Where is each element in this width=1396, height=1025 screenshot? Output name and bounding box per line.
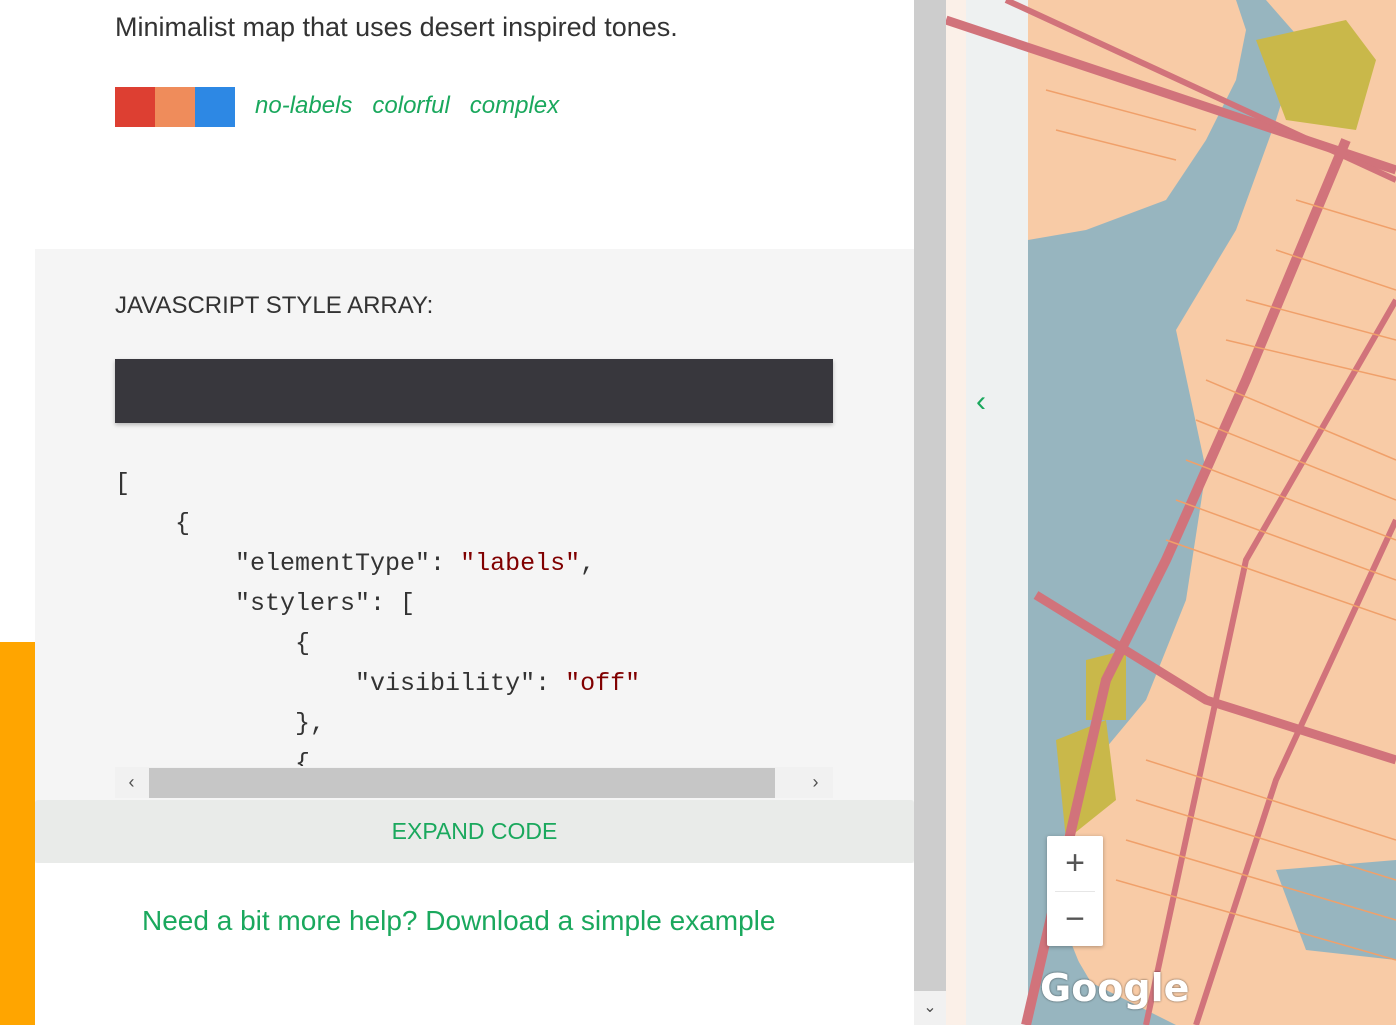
collapse-panel-icon[interactable]: ‹ <box>976 385 986 419</box>
code-line: "stylers": [ <box>115 589 416 618</box>
download-example-link[interactable]: Need a bit more help? Download a simple … <box>142 905 775 937</box>
code-line: { <box>115 629 311 658</box>
code-line: "visibility": "off" <box>115 664 833 704</box>
code-block[interactable]: [ { "elementType": "labels", "stylers": … <box>115 464 833 766</box>
tag-list: no-labels colorful complex <box>255 92 559 120</box>
code-string: "labels" <box>460 549 581 578</box>
code-toolbar <box>115 359 833 423</box>
zoom-in-button[interactable]: + <box>1047 836 1103 890</box>
code-string: "off" <box>565 669 641 698</box>
left-panel: Minimalist map that uses desert inspired… <box>0 0 914 1025</box>
scroll-right-icon[interactable]: › <box>798 767 833 798</box>
tag-link[interactable]: colorful <box>372 92 449 120</box>
section-heading: JAVASCRIPT STYLE ARRAY: <box>115 292 434 319</box>
scroll-left-icon[interactable]: ‹ <box>115 767 148 798</box>
style-description: Minimalist map that uses desert inspired… <box>115 12 678 42</box>
code-line: "elementType": "labels", <box>115 544 833 584</box>
zoom-control: + − <box>1047 836 1103 946</box>
scroll-thumb[interactable] <box>149 768 775 798</box>
code-key: "elementType": <box>115 549 461 578</box>
tag-link[interactable]: complex <box>470 92 559 120</box>
tag-link[interactable]: no-labels <box>255 92 352 120</box>
map-view[interactable]: ‹ + − Google <box>946 0 1396 1025</box>
google-logo: Google <box>1040 966 1190 1010</box>
page-vertical-scrollbar[interactable]: ⌄ <box>914 0 946 1025</box>
style-array-section: JAVASCRIPT STYLE ARRAY: [ { "elementType… <box>35 249 914 863</box>
code-line: [ <box>115 469 131 498</box>
color-swatch-blue <box>195 87 235 127</box>
accent-strip <box>0 642 35 1025</box>
color-swatch-red <box>115 87 155 127</box>
color-swatches <box>115 87 235 127</box>
scroll-down-icon[interactable]: ⌄ <box>914 991 946 1025</box>
code-key: "visibility": <box>115 669 566 698</box>
code-horizontal-scrollbar[interactable]: ‹ › <box>115 767 833 798</box>
code-line: }, <box>115 709 326 738</box>
code-line: { <box>115 509 191 538</box>
map-canvas <box>946 0 1396 1025</box>
code-line: { <box>115 749 311 766</box>
zoom-out-button[interactable]: − <box>1047 892 1103 946</box>
color-swatch-orange <box>155 87 195 127</box>
code-punct: , <box>580 549 596 578</box>
expand-code-button[interactable]: EXPAND CODE <box>35 800 914 863</box>
